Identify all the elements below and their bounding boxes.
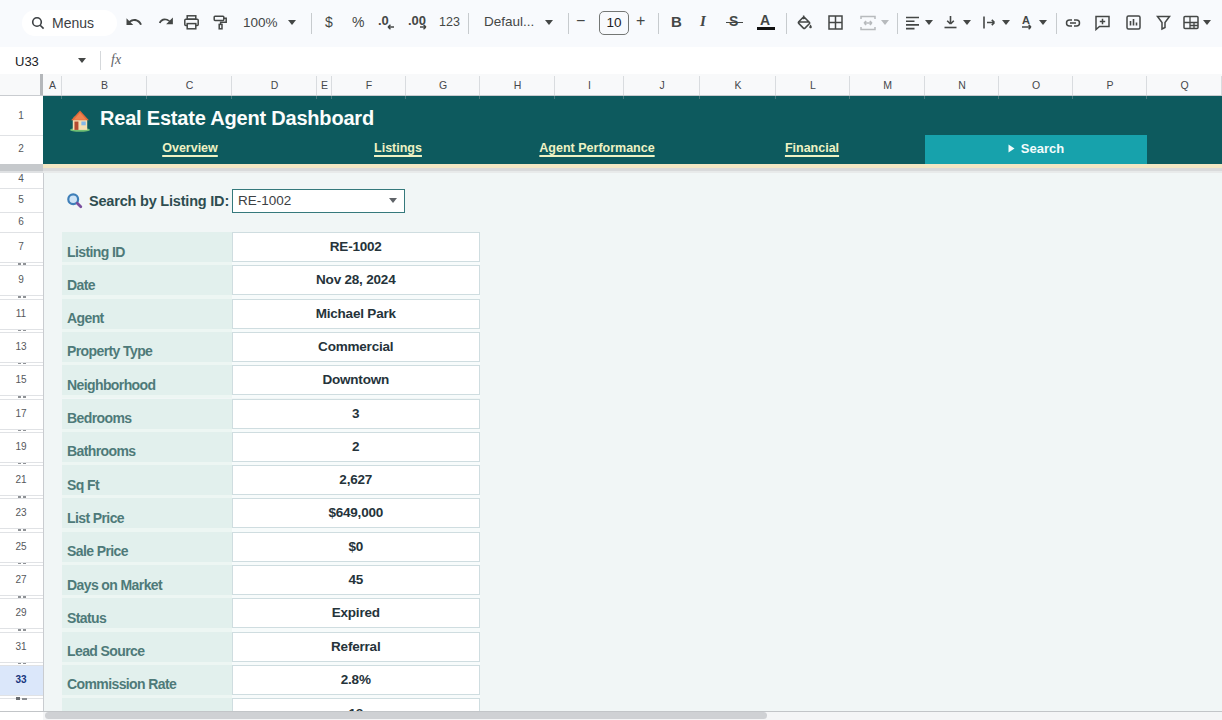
svg-text:A: A xyxy=(1022,14,1030,26)
